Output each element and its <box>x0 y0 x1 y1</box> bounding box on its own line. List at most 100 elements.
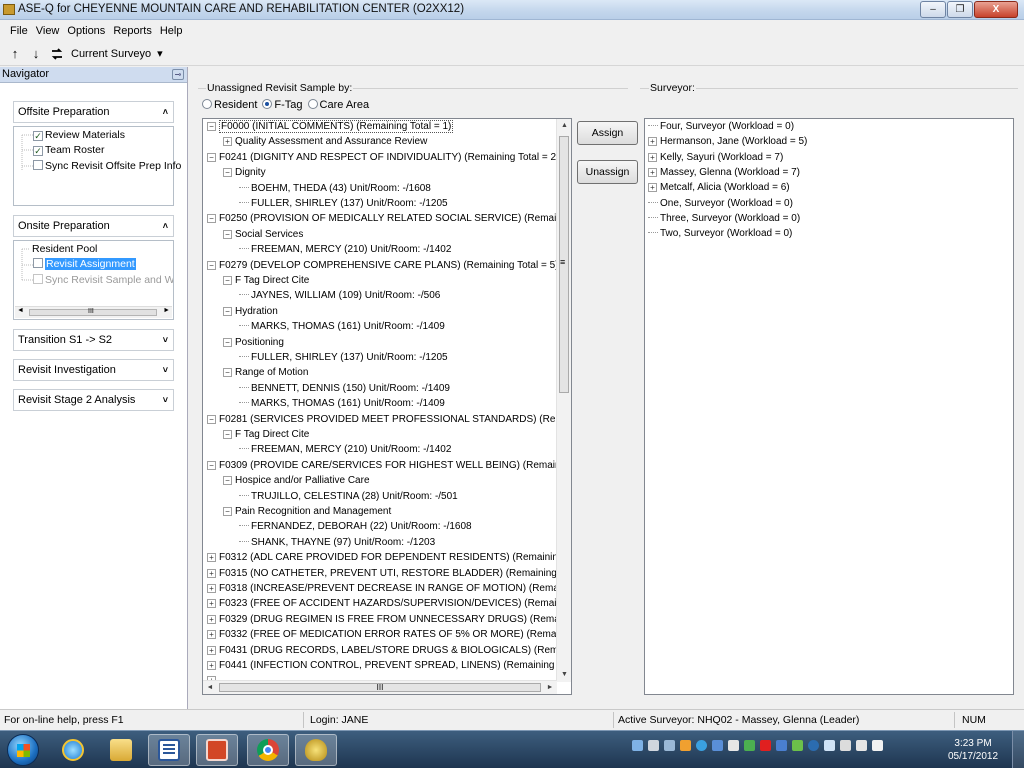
signal-icon[interactable] <box>632 740 643 751</box>
volume-icon[interactable] <box>856 740 867 751</box>
menu-reports[interactable]: Reports <box>113 25 152 37</box>
chevron-down-icon[interactable]: ˅ <box>163 360 168 381</box>
gear-tray-icon[interactable] <box>680 740 691 751</box>
resident-node[interactable]: FREEMAN, MERCY (210) Unit/Room: -/1402 <box>239 443 451 457</box>
care-area-node[interactable]: − Social Services <box>223 228 303 242</box>
ftag-node[interactable]: − F0309 (PROVIDE CARE/SERVICES FOR HIGHES… <box>207 459 571 473</box>
radio-selected-icon[interactable] <box>262 99 273 109</box>
show-desktop-button[interactable] <box>1012 731 1024 768</box>
scroll-thumb[interactable]: III <box>219 683 541 692</box>
ftag-node[interactable]: − F0279 (DEVELOP COMPREHENSIVE CARE PLANS… <box>207 259 558 273</box>
resident-node[interactable]: FREEMAN, MERCY (210) Unit/Room: -/1402 <box>239 243 451 257</box>
scroll-thumb[interactable]: III <box>29 308 157 316</box>
checkbox-empty-icon[interactable] <box>33 258 43 268</box>
switch-surveyor-icon[interactable] <box>48 45 66 63</box>
collapse-icon[interactable]: − <box>207 260 216 270</box>
ase-q-app-icon[interactable] <box>295 734 337 766</box>
collapse-icon[interactable]: − <box>207 214 216 224</box>
scroll-right-icon[interactable]: ► <box>543 681 557 694</box>
assign-button[interactable]: Assign <box>577 121 638 145</box>
ftag-node[interactable]: − F0250 (PROVISION OF MEDICALLY RELATED S… <box>207 212 571 226</box>
clipboard-icon[interactable] <box>728 740 739 751</box>
section-revisit-investigation[interactable]: Revisit Investigation ˅ <box>13 359 174 381</box>
surveyor-node[interactable]: One, Surveyor (Workload = 0) <box>648 197 793 211</box>
menu-help[interactable]: Help <box>160 25 183 37</box>
taskbar-clock[interactable]: 3:23 PM 05/17/2012 <box>948 737 998 763</box>
radio-empty-icon[interactable] <box>202 99 212 109</box>
nav-item-team-roster[interactable]: ✓ Team Roster <box>33 144 105 156</box>
checkbox-empty-icon[interactable] <box>33 160 43 170</box>
menu-view[interactable]: View <box>36 25 60 37</box>
expand-icon[interactable]: + <box>207 599 216 609</box>
collapse-icon[interactable]: − <box>223 476 232 486</box>
surveyor-node[interactable]: Three, Surveyor (Workload = 0) <box>648 212 800 226</box>
scroll-up-icon[interactable]: ▲ <box>557 119 571 133</box>
tree-horizontal-scrollbar[interactable]: ◄ III ► <box>203 680 557 694</box>
minimize-button[interactable]: – <box>920 1 946 18</box>
resident-node[interactable]: BENNETT, DENNIS (150) Unit/Room: -/1409 <box>239 382 450 396</box>
surveyor-tree[interactable]: Four, Surveyor (Workload = 0) + Hermanson,… <box>644 118 1014 695</box>
file-explorer-icon[interactable] <box>100 734 142 766</box>
restore-button[interactable]: ❐ <box>947 1 973 18</box>
resident-node[interactable]: FULLER, SHIRLEY (137) Unit/Room: -/1205 <box>239 351 448 365</box>
ftag-node[interactable]: + F0431 (DRUG RECORDS, LABEL/STORE DRUGS … <box>207 644 571 658</box>
chevron-down-icon[interactable]: ▾ <box>157 47 163 60</box>
shield-icon[interactable] <box>744 740 755 751</box>
ftag-node[interactable]: + F0312 (ADL CARE PROVIDED FOR DEPENDENT … <box>207 551 571 565</box>
collapse-icon[interactable]: − <box>207 414 216 424</box>
collapse-icon[interactable]: − <box>223 276 232 285</box>
nav-item-sync-offsite-prep[interactable]: Sync Revisit Offsite Prep Info <box>33 160 181 172</box>
collapse-icon[interactable]: − <box>223 337 232 347</box>
surveyor-node[interactable]: + Metcalf, Alicia (Workload = 6) <box>648 181 790 195</box>
ftag-node[interactable]: + F0315 (NO CATHETER, PREVENT UTI, RESTOR… <box>207 567 571 581</box>
expand-icon[interactable]: + <box>207 661 216 670</box>
sync-icon[interactable] <box>696 740 707 751</box>
nav-item-resident-pool[interactable]: Resident Pool <box>32 243 97 255</box>
resident-node[interactable]: BOEHM, THEDA (43) Unit/Room: -/1608 <box>239 182 431 196</box>
care-area-node[interactable]: − Dignity <box>223 166 266 180</box>
expand-icon[interactable]: + <box>207 630 216 640</box>
device-icon[interactable] <box>840 740 851 751</box>
chrome-icon[interactable] <box>247 734 289 766</box>
nav-item-revisit-assignment[interactable]: Revisit Assignment <box>33 258 136 270</box>
chevron-down-icon[interactable]: ˅ <box>163 330 168 351</box>
scroll-down-icon[interactable]: ▼ <box>557 668 571 682</box>
ftag-node[interactable]: + F0329 (DRUG REGIMEN IS FREE FROM UNNECE… <box>207 613 571 627</box>
care-area-node[interactable]: − Hospice and/or Palliative Care <box>223 474 370 488</box>
chevron-up-icon[interactable]: ˄ <box>163 216 168 237</box>
unassigned-tree[interactable]: ++F0441 (INFECTION CONTROL, PREVENT SPRE… <box>202 118 572 695</box>
resident-node[interactable]: MARKS, THOMAS (161) Unit/Room: -/1409 <box>239 320 445 334</box>
expand-icon[interactable]: + <box>648 183 657 193</box>
expand-icon[interactable]: + <box>207 584 216 593</box>
menu-file[interactable]: File <box>10 25 28 37</box>
section-transition[interactable]: Transition S1 -> S2 ˅ <box>13 329 174 351</box>
slides-app-icon[interactable] <box>196 734 238 766</box>
radio-ftag[interactable]: F-Tag <box>262 99 303 111</box>
collapse-icon[interactable]: − <box>223 430 232 439</box>
word-icon[interactable] <box>148 734 190 766</box>
section-onsite-preparation[interactable]: Onsite Preparation ˄ <box>13 215 174 237</box>
expand-icon[interactable]: + <box>207 553 216 563</box>
resident-node[interactable]: FULLER, SHIRLEY (137) Unit/Room: -/1205 <box>239 197 448 211</box>
care-area-node[interactable]: − Positioning <box>223 336 284 350</box>
current-surveyor-label[interactable]: Current Surveyo <box>71 48 151 60</box>
surveyor-node[interactable]: + Kelly, Sayuri (Workload = 7) <box>648 151 783 165</box>
expand-icon[interactable]: + <box>207 645 216 655</box>
surveyor-node[interactable]: + Massey, Glenna (Workload = 7) <box>648 166 800 180</box>
care-area-node[interactable]: + Quality Assessment and Assurance Review <box>223 135 427 149</box>
unassign-button[interactable]: Unassign <box>577 160 638 184</box>
collapse-icon[interactable]: − <box>223 229 232 239</box>
bluetooth-icon[interactable] <box>776 740 787 751</box>
menu-options[interactable]: Options <box>67 25 105 37</box>
radio-care-area[interactable]: Care Area <box>307 99 369 111</box>
check-icon[interactable] <box>792 740 803 751</box>
care-area-node[interactable]: − Pain Recognition and Management <box>223 505 391 519</box>
surveyor-node[interactable]: + Hermanson, Jane (Workload = 5) <box>648 135 807 149</box>
display-icon[interactable] <box>824 740 835 751</box>
scroll-left-icon[interactable]: ◄ <box>17 307 24 314</box>
scroll-left-icon[interactable]: ◄ <box>203 681 217 694</box>
move-down-icon[interactable]: ↓ <box>27 45 45 63</box>
close-button[interactable]: X <box>974 1 1018 18</box>
collapse-icon[interactable]: − <box>207 152 216 162</box>
pin-icon[interactable]: ⊸ <box>172 69 184 80</box>
